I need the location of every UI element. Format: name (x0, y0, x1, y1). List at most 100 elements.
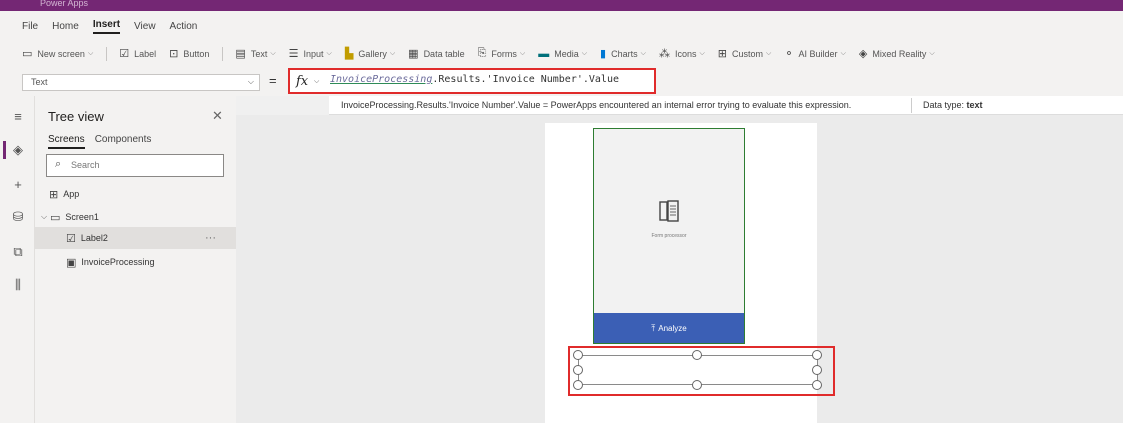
data-type-label: Data type: (923, 100, 965, 110)
property-value: Text (31, 77, 48, 87)
data-cylinder-icon[interactable]: ⛁ (9, 209, 27, 225)
menu-tab-insert[interactable]: Insert (92, 19, 121, 34)
data-table-label: Data table (423, 48, 465, 59)
formula-input[interactable]: InvoiceProcessing.Results.'Invoice Numbe… (330, 74, 619, 85)
formula-data-source: InvoiceProcessing (330, 74, 433, 85)
menu-tab-home[interactable]: Home (52, 21, 79, 32)
form-processor-icon: ▣ (66, 256, 77, 269)
label-label: Label (134, 48, 157, 59)
media-menu-button[interactable]: ▬ Media ⌵ (538, 48, 587, 60)
chevron-down-icon: ⌵ (389, 49, 396, 57)
menu-tab-file[interactable]: File (22, 21, 38, 32)
resize-handle[interactable] (812, 350, 822, 360)
analyze-button[interactable]: ⤒ Analyze (594, 313, 744, 343)
resize-handle[interactable] (573, 365, 583, 375)
search-input[interactable]: ⌕ Search (46, 154, 224, 177)
form-processor-icon (659, 200, 679, 222)
tree-item-label: Screen1 (65, 212, 99, 222)
label-icon: ☑ (119, 48, 130, 60)
mixed-reality-menu-button[interactable]: ◈ Mixed Reality ⌵ (859, 47, 935, 60)
insert-ribbon: ▭ New screen ⌵ ☑ Label ⊡ Button ▤ Text ⌵… (0, 41, 1123, 66)
tree-item-label: App (63, 189, 80, 199)
new-screen-icon: ▭ (22, 48, 33, 60)
form-caption: Form processor (651, 233, 687, 239)
label-button[interactable]: ☑ Label (119, 47, 156, 60)
charts-label: Charts (611, 48, 638, 59)
data-type: Data type: text (923, 100, 983, 110)
charts-menu-button[interactable]: ▮ Charts ⌵ (600, 47, 646, 60)
search-icon: ⌕ (55, 158, 62, 170)
custom-menu-button[interactable]: ⊞ Custom ⌵ (718, 47, 772, 60)
input-label: Input (303, 48, 324, 59)
data-type-value: text (966, 100, 983, 110)
property-dropdown[interactable]: Text ⌵ (22, 74, 260, 91)
button-icon: ⊡ (169, 48, 179, 60)
tree-view-layers-icon[interactable]: ◈ (9, 142, 27, 158)
resize-handle[interactable] (573, 380, 583, 390)
data-table-button[interactable]: ▦ Data table (408, 47, 464, 60)
ai-builder-menu-button[interactable]: ⚬ AI Builder ⌵ (784, 47, 846, 60)
advanced-tools-icon[interactable]: ⫼ (9, 277, 27, 293)
chevron-down-icon: ⌵ (581, 49, 588, 57)
hamburger-menu-icon[interactable]: ≡ (9, 109, 27, 124)
chevron-down-icon[interactable]: ⌵ (38, 212, 50, 222)
resize-handle[interactable] (573, 350, 583, 360)
chevron-down-icon: ⌵ (840, 49, 846, 57)
resize-handle[interactable] (812, 365, 822, 375)
close-icon[interactable]: ✕ (212, 108, 223, 124)
icons-menu-button[interactable]: ⁂ Icons ⌵ (659, 47, 705, 60)
tab-screens[interactable]: Screens (48, 134, 85, 149)
text-menu-button[interactable]: ▤ Text ⌵ (235, 47, 275, 60)
icons-label: Icons (674, 48, 697, 59)
forms-label: Forms (491, 48, 517, 59)
custom-icon: ⊞ (717, 48, 727, 60)
fx-button[interactable]: fx (296, 74, 308, 89)
more-options-icon[interactable]: ··· (205, 232, 216, 244)
upload-icon: ⤒ (651, 322, 656, 333)
formula-expression-rest: .Results.'Invoice Number'.Value (432, 74, 619, 85)
chevron-down-icon: ⌵ (87, 49, 94, 57)
chevron-down-icon: ⌵ (929, 49, 935, 57)
chevron-down-icon: ⌵ (247, 77, 254, 86)
menu-bar: File Home Insert View Action (0, 11, 1123, 41)
tree-item-label: Label2 (80, 233, 108, 243)
chevron-down-icon[interactable]: ⌵ (314, 78, 319, 86)
tree-item-app[interactable]: ⊞ App (35, 183, 236, 205)
analyze-label: Analyze (658, 323, 687, 333)
media-icon: ▬ (538, 47, 550, 60)
resize-handle[interactable] (692, 350, 702, 360)
input-menu-button[interactable]: ☰ Input ⌵ (289, 47, 332, 60)
tab-components[interactable]: Components (95, 134, 152, 149)
forms-icon: ⎘ (477, 47, 487, 59)
forms-menu-button[interactable]: ⎘ Forms ⌵ (478, 47, 526, 60)
ribbon-divider (222, 46, 224, 61)
resize-handle[interactable] (692, 380, 702, 390)
tree-item-label2[interactable]: ☑ Label2 ··· (35, 227, 236, 249)
label-icon: ☑ (66, 232, 76, 245)
insert-plus-icon[interactable]: + (9, 177, 27, 192)
ai-builder-icon: ⚬ (784, 48, 794, 60)
gallery-menu-button[interactable]: ▙ Gallery ⌵ (345, 47, 395, 60)
chevron-down-icon: ⌵ (519, 49, 526, 57)
text-label: Text (250, 48, 268, 59)
chevron-down-icon: ⌵ (326, 49, 332, 57)
button-button[interactable]: ⊡ Button (169, 47, 209, 60)
menu-tab-action[interactable]: Action (170, 21, 198, 32)
tree-item-screen1[interactable]: ⌵ ▭ Screen1 (35, 206, 236, 228)
chart-icon: ▮ (600, 48, 607, 60)
chevron-down-icon: ⌵ (270, 49, 276, 57)
media-icon[interactable]: ⧉ (9, 244, 27, 260)
menu-tab-view[interactable]: View (134, 21, 156, 32)
formula-error-tooltip: InvoiceProcessing.Results.'Invoice Numbe… (329, 96, 1123, 115)
ai-builder-label: AI Builder (798, 48, 838, 59)
tree-item-invoiceprocessing[interactable]: ▣ InvoiceProcessing (35, 251, 236, 273)
mixed-reality-icon: ◈ (858, 48, 868, 60)
rail-active-indicator (3, 141, 6, 159)
tree-item-label: InvoiceProcessing (81, 257, 155, 267)
chevron-down-icon: ⌵ (640, 49, 646, 57)
new-screen-button[interactable]: ▭ New screen ⌵ (22, 47, 93, 60)
input-icon: ☰ (288, 48, 299, 60)
custom-label: Custom (731, 48, 763, 59)
resize-handle[interactable] (812, 380, 822, 390)
text-icon: ▤ (235, 48, 246, 60)
